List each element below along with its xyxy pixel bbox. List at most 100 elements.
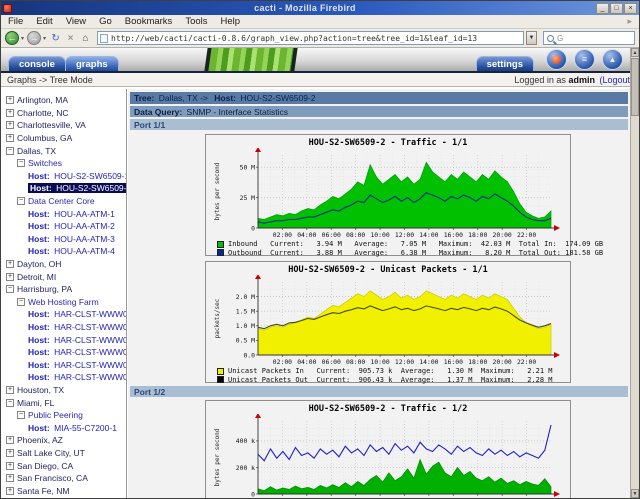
tree-branch-item[interactable]: −Switches	[1, 157, 126, 170]
expand-icon[interactable]: +	[6, 134, 14, 142]
svg-text:25 M: 25 M	[240, 194, 256, 202]
tree-branch-item[interactable]: +Columbus, GA	[1, 132, 126, 145]
stop-button[interactable]: ×	[64, 33, 77, 44]
graph-legend: Inbound Current: 3.94 M Average: 7.05 M …	[207, 240, 569, 257]
view-tree-mode-button[interactable]	[546, 49, 567, 70]
expand-icon[interactable]: +	[6, 386, 14, 394]
tree-host-item[interactable]: Host: HOU-AA-ATM-4	[1, 245, 126, 258]
expand-icon[interactable]: +	[6, 462, 14, 470]
expand-icon[interactable]: +	[6, 436, 14, 444]
expand-icon[interactable]: +	[6, 109, 14, 117]
svg-text:packets/sec: packets/sec	[214, 298, 221, 338]
view-preview-mode-button[interactable]: ▲	[602, 49, 623, 70]
legend-swatch	[217, 249, 224, 256]
menu-view[interactable]: View	[66, 16, 86, 27]
tree-item-label: Charlottesville, VA	[17, 120, 86, 130]
vertical-scrollbar[interactable]: ▲ ▼	[630, 48, 639, 498]
tree-host-item[interactable]: Host: HAR-CLST-WWW04	[1, 358, 126, 371]
tree-branch-item[interactable]: +Phoenix, AZ	[1, 434, 126, 447]
menu-edit[interactable]: Edit	[36, 16, 52, 27]
tab-console[interactable]: console	[8, 56, 66, 71]
expand-icon[interactable]: +	[6, 273, 14, 281]
back-button[interactable]: ←	[5, 31, 19, 45]
expand-icon[interactable]: +	[6, 260, 14, 268]
graph-image-unicast-1-1[interactable]: HOU-S2-SW6509-2 - Unicast Packets - 1/1 …	[205, 261, 571, 383]
collapse-icon[interactable]: −	[17, 411, 25, 419]
forward-button[interactable]: →	[27, 31, 41, 45]
tree-branch-item[interactable]: +Charlottesville, VA	[1, 119, 126, 132]
maximize-button[interactable]: □	[610, 3, 623, 14]
expand-icon[interactable]: +	[6, 449, 14, 457]
tree-item-label: Host: HOU-AA-ATM-2	[28, 221, 115, 231]
menu-bookmarks[interactable]: Bookmarks	[125, 16, 173, 27]
collapse-icon[interactable]: −	[17, 298, 25, 306]
tree-branch-item[interactable]: +Detroit, MI	[1, 270, 126, 283]
tree-branch-item[interactable]: −Miami, FL	[1, 396, 126, 409]
tree-host-item[interactable]: Host: HAR-CLST-WWW02	[1, 333, 126, 346]
tree-host-item[interactable]: Host: HOU-S2-SW6509-1	[1, 170, 126, 183]
collapse-icon[interactable]: −	[6, 399, 14, 407]
tree-branch-item[interactable]: +Dayton, OH	[1, 258, 126, 271]
logout-link[interactable]: (Logout)	[599, 75, 633, 85]
tree-branch-item[interactable]: −Public Peering	[1, 409, 126, 422]
tree-host-item[interactable]: Host: HOU-AA-ATM-3	[1, 233, 126, 246]
tab-settings[interactable]: settings	[476, 56, 534, 71]
view-list-mode-button[interactable]: ≡	[574, 49, 595, 70]
tree-host-item[interactable]: Host: HOU-AA-ATM-1	[1, 207, 126, 220]
tree-item-label: Host: HAR-CLST-WWW01	[28, 322, 127, 332]
menu-go[interactable]: Go	[99, 16, 112, 27]
tree-branch-item[interactable]: +Salt Lake City, UT	[1, 447, 126, 460]
menu-help[interactable]: Help	[221, 16, 241, 27]
expand-icon[interactable]: +	[6, 474, 14, 482]
graph-image-traffic-1-2[interactable]: HOU-S2-SW6509-2 - Traffic - 1/2 0200 k40…	[205, 400, 571, 498]
tree-host-item[interactable]: Host: HAR-CLST-WWW05	[1, 371, 126, 384]
tree-item-label: San Diego, CA	[17, 461, 73, 471]
tree-host-item[interactable]: Host: HAR-CLST-WWW01	[1, 321, 126, 334]
collapse-icon[interactable]: −	[17, 159, 25, 167]
tree-branch-item[interactable]: +San Francisco, CA	[1, 472, 126, 485]
tree-branch-item[interactable]: +Arlington, MA	[1, 94, 126, 107]
tree-branch-item[interactable]: +Santa Fe, NM	[1, 484, 126, 497]
collapse-icon[interactable]: −	[6, 147, 14, 155]
collapse-icon[interactable]: −	[17, 197, 25, 205]
tree-branch-item[interactable]: +San Diego, CA	[1, 459, 126, 472]
tree-host-item[interactable]: Host: HOU-AA-ATM-2	[1, 220, 126, 233]
url-dropdown-button[interactable]: ▼	[526, 31, 537, 45]
tree-branch-item[interactable]: −Harrisburg, PA	[1, 283, 126, 296]
tree-branch-item[interactable]: +Houston, TX	[1, 384, 126, 397]
tree-item-label: Arlington, MA	[17, 95, 68, 105]
close-button[interactable]: ×	[624, 3, 637, 14]
expand-icon[interactable]: +	[6, 487, 14, 495]
expand-icon[interactable]: +	[6, 121, 14, 129]
forward-dropdown-icon[interactable]: ▾	[43, 35, 46, 42]
graph-image-traffic-1-1[interactable]: HOU-S2-SW6509-2 - Traffic - 1/1 025 M50 …	[205, 134, 571, 256]
search-box[interactable]: G	[543, 31, 635, 45]
tree-host-item[interactable]: Host: MIA-55-C7200-1	[1, 421, 126, 434]
tree-item-label: Santa Fe, NM	[17, 486, 69, 496]
home-button[interactable]: ⌂	[79, 33, 92, 44]
tree-host-item[interactable]: Host: HOU-S2-SW6509-2	[1, 182, 126, 195]
tree-host-item[interactable]: Host: HAR-CLST-WWW03	[1, 346, 126, 359]
reload-button[interactable]: ↻	[49, 33, 62, 44]
collapse-icon[interactable]: −	[6, 285, 14, 293]
tab-graphs[interactable]: graphs	[65, 56, 119, 71]
tree-branch-item[interactable]: −Web Hosting Farm	[1, 296, 126, 309]
back-dropdown-icon[interactable]: ▾	[21, 35, 24, 42]
scrollbar-thumb[interactable]	[631, 58, 639, 116]
expand-icon[interactable]: +	[6, 96, 14, 104]
menu-file[interactable]: File	[8, 16, 23, 27]
tree-host-item[interactable]: Host: HAR-CLST-WWW00	[1, 308, 126, 321]
tree-branch-item[interactable]: −Data Center Core	[1, 195, 126, 208]
scroll-up-icon[interactable]: ▲	[631, 48, 639, 57]
svg-text:04:00: 04:00	[297, 231, 316, 239]
scroll-down-icon[interactable]: ▼	[631, 489, 639, 498]
tree-branch-item[interactable]: +Charlotte, NC	[1, 107, 126, 120]
url-input[interactable]	[111, 34, 521, 43]
minimize-button[interactable]: _	[596, 3, 609, 14]
svg-text:20:00: 20:00	[493, 231, 512, 239]
tree-branch-item[interactable]: −Dallas, TX	[1, 144, 126, 157]
svg-text:18:00: 18:00	[468, 231, 487, 239]
svg-text:06:00: 06:00	[322, 358, 341, 366]
menu-tools[interactable]: Tools	[185, 16, 207, 27]
svg-text:400 k: 400 k	[236, 437, 255, 445]
